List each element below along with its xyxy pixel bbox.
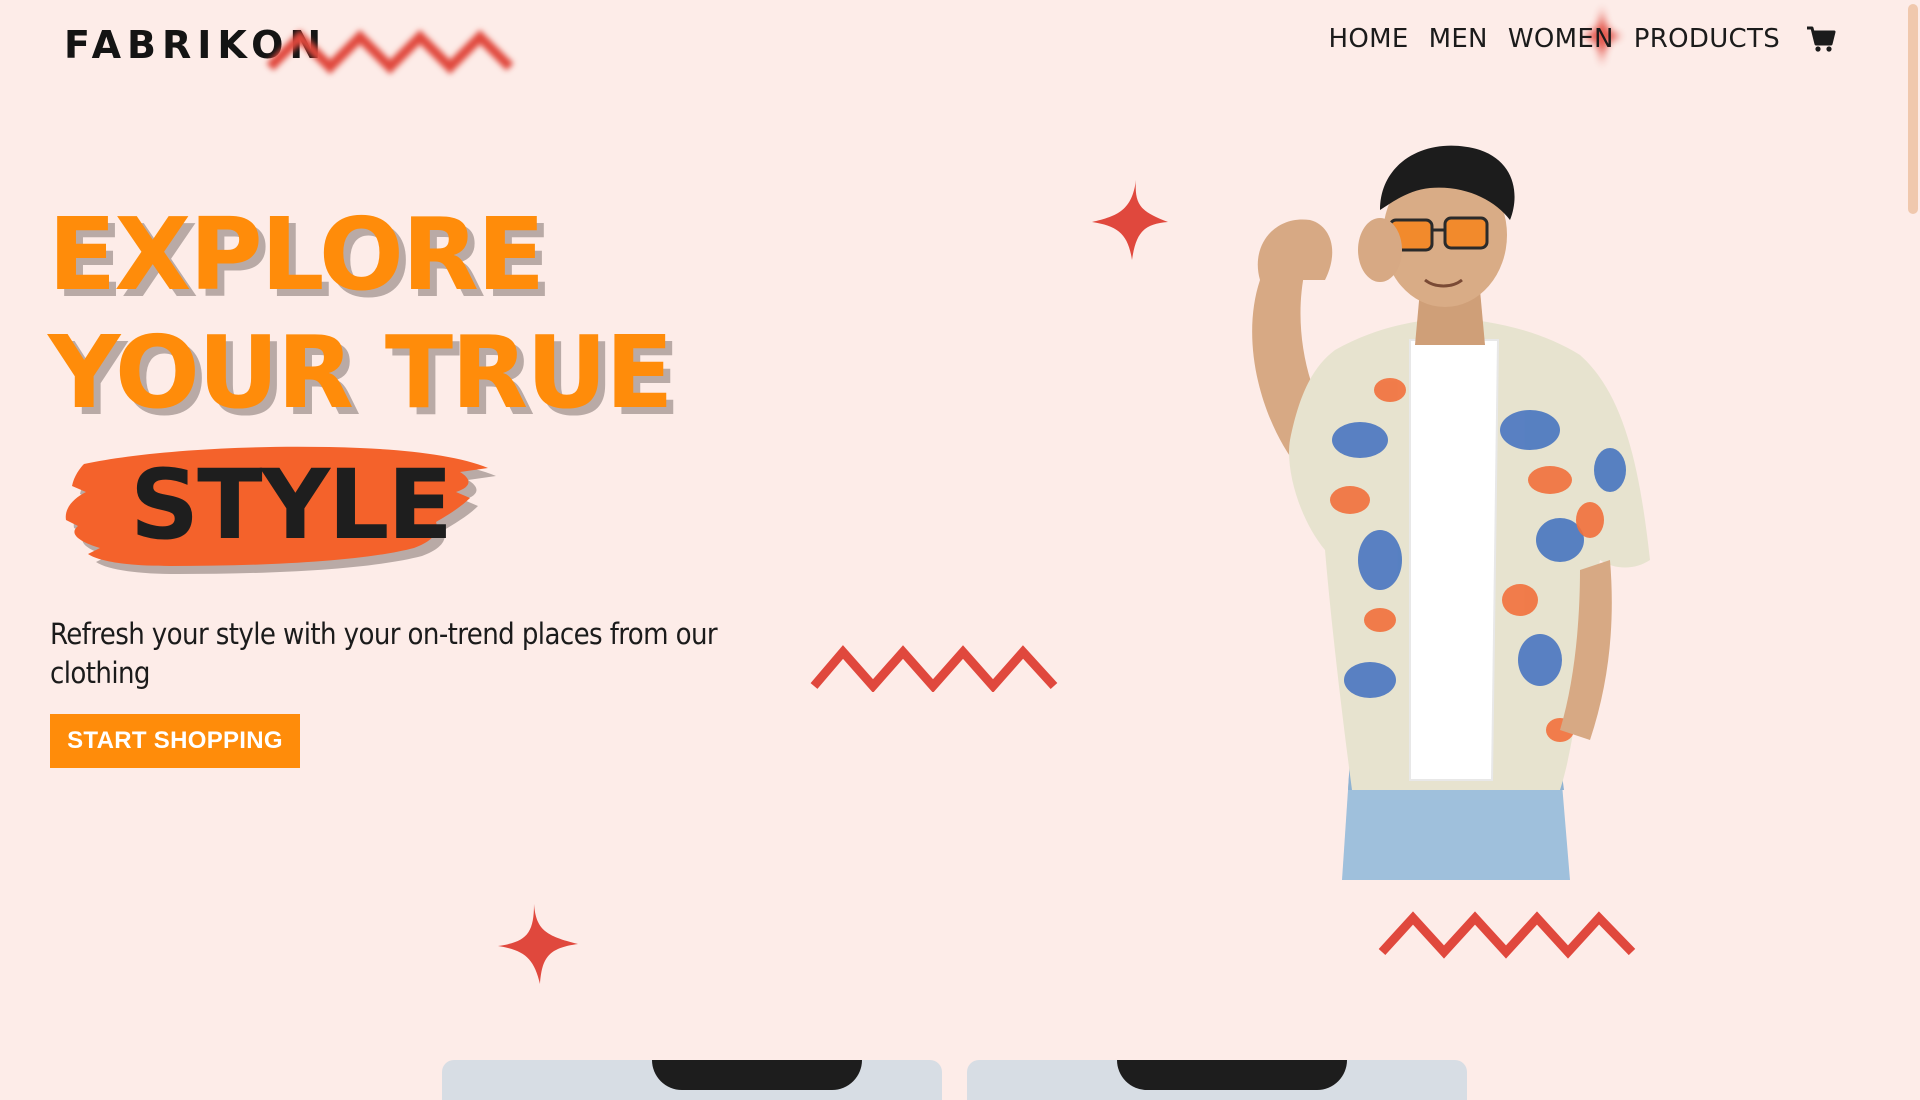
- product-card[interactable]: [442, 1060, 942, 1100]
- zigzag-icon: [810, 645, 1058, 692]
- hero-title-highlight: STYLE: [130, 449, 453, 561]
- hero-model-image: [1252, 145, 1650, 880]
- nav-home[interactable]: HOME: [1329, 24, 1409, 54]
- zigzag-icon: [1378, 911, 1636, 959]
- hero-title: EXPLORE YOUR TRUE: [48, 196, 674, 432]
- nav-men[interactable]: MEN: [1429, 24, 1488, 54]
- main-nav: HOME MEN WOMEN PRODUCTS: [1329, 24, 1836, 54]
- hero-title-line2: YOUR TRUE: [48, 314, 674, 431]
- hero-subtitle: Refresh your style with your on-trend pl…: [50, 617, 718, 690]
- scrollbar-thumb[interactable]: [1908, 4, 1918, 214]
- scrollbar[interactable]: [1904, 0, 1920, 1080]
- nav-products[interactable]: PRODUCTS: [1634, 24, 1780, 54]
- hero-title-line1: EXPLORE: [48, 196, 545, 313]
- nav-women[interactable]: WOMEN: [1508, 24, 1614, 54]
- card-image: [1117, 1060, 1347, 1090]
- sparkle-icon: [1092, 180, 1168, 260]
- landing-page: FABRIKON HOME MEN WOMEN PRODUCTS EXPLORE…: [0, 0, 1920, 1100]
- sparkle-icon: [498, 904, 578, 984]
- zigzag-icon: [266, 29, 514, 75]
- start-shopping-button[interactable]: START SHOPPING: [50, 714, 300, 768]
- card-image: [652, 1060, 862, 1090]
- cart-icon[interactable]: [1806, 24, 1836, 54]
- hero-highlight: STYLE: [60, 438, 500, 578]
- product-card[interactable]: [967, 1060, 1467, 1100]
